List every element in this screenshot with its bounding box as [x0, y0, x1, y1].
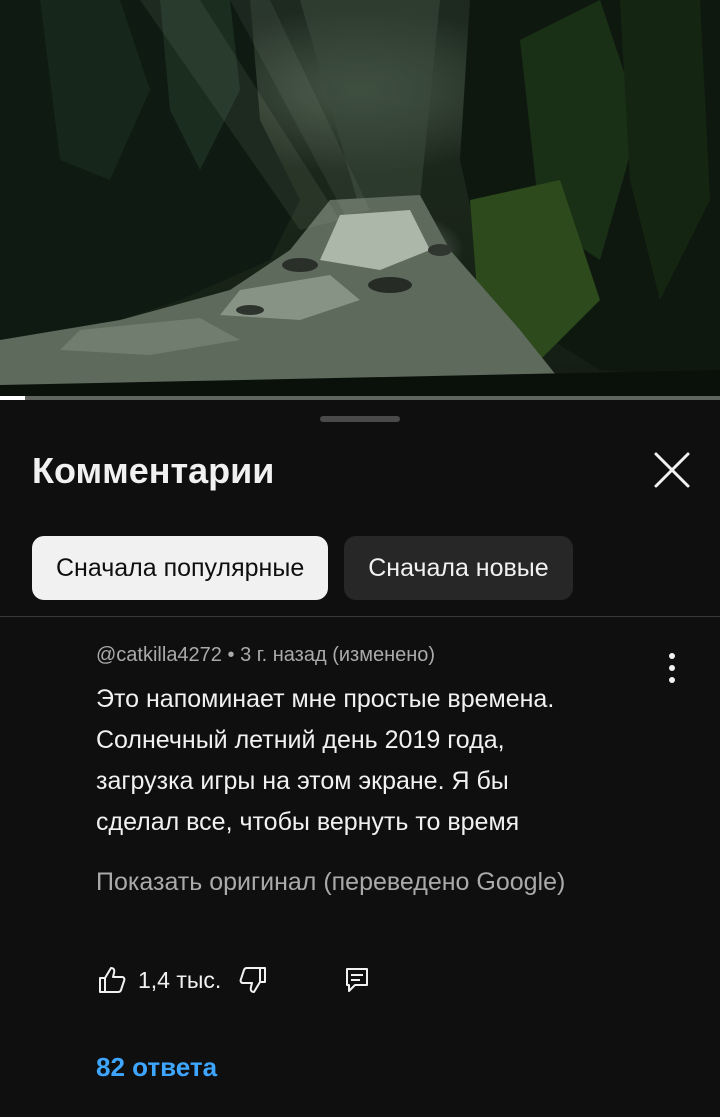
sort-chips: Сначала популярные Сначала новые [32, 536, 573, 600]
comment-time: 3 г. назад (изменено) [240, 644, 436, 666]
close-button[interactable] [648, 446, 696, 494]
dislike-button[interactable] [237, 964, 269, 996]
comment-text-line: сделал все, чтобы вернуть то время [96, 808, 520, 836]
view-replies-button[interactable]: 82 ответа [96, 1052, 217, 1083]
comment-text-line: Это напоминает мне простые времена. [96, 685, 555, 713]
comment-more-button[interactable] [656, 650, 688, 686]
comment-text: Это напоминает мне простые времена. Солн… [96, 679, 656, 843]
comments-sheet: Комментарии Сначала популярные Сначала н… [0, 400, 720, 1117]
thumb-down-icon [239, 967, 267, 993]
comment-author[interactable]: @catkilla4272 [96, 644, 222, 666]
reply-button[interactable] [341, 964, 373, 996]
more-vert-icon [669, 653, 675, 683]
forest-river-scene [0, 0, 720, 400]
comment-text-line: загрузка игры на этом экране. Я бы [96, 767, 509, 795]
comment-item: @catkilla4272 • 3 г. назад (изменено) Эт… [96, 644, 656, 843]
sheet-title: Комментарии [32, 450, 275, 491]
divider [0, 616, 720, 617]
reply-icon [346, 968, 369, 992]
comment-actions: 1,4 тыс. [96, 960, 373, 1000]
video-player[interactable] [0, 0, 720, 400]
thumb-up-icon [99, 967, 126, 993]
chip-sort-newest[interactable]: Сначала новые [344, 536, 573, 600]
comment-text-line: Солнечный летний день 2019 года, [96, 726, 505, 754]
like-button[interactable] [96, 964, 128, 996]
close-icon [654, 452, 690, 488]
comments-screen: Комментарии Сначала популярные Сначала н… [0, 0, 720, 1117]
show-original-link[interactable]: Показать оригинал (переведено Google) [96, 868, 565, 897]
comment-meta: @catkilla4272 • 3 г. назад (изменено) [96, 644, 656, 667]
like-count: 1,4 тыс. [138, 966, 222, 993]
chip-sort-popular[interactable]: Сначала популярные [32, 536, 329, 600]
drag-handle[interactable] [320, 416, 400, 422]
meta-separator: • [227, 644, 235, 666]
